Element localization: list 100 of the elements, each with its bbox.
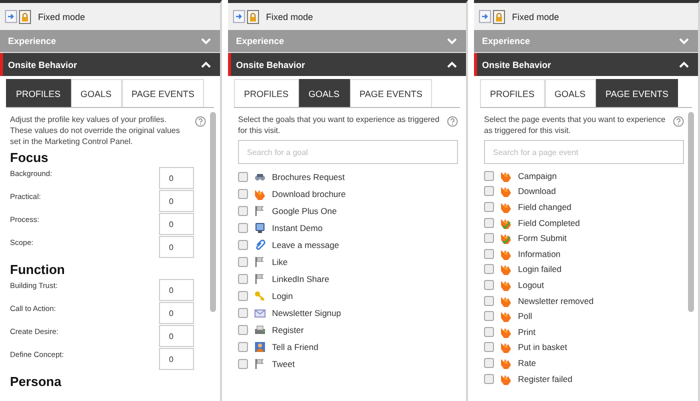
list-item-label[interactable]: Campaign <box>518 170 557 181</box>
flame-check-icon <box>500 216 512 229</box>
tab[interactable]: PAGE EVENTS <box>350 79 432 107</box>
checkbox[interactable] <box>484 326 494 337</box>
lock-icon[interactable] <box>493 10 505 24</box>
checkbox[interactable] <box>484 280 494 290</box>
group-heading: Focus <box>10 150 50 165</box>
flag-icon <box>254 358 266 370</box>
help-icon[interactable] <box>195 116 206 127</box>
list-item-label[interactable]: Form Submit <box>518 233 567 244</box>
value-field[interactable]: 0 <box>159 279 194 301</box>
list-item-label[interactable]: Instant Demo <box>272 222 323 232</box>
checkbox[interactable] <box>484 296 494 306</box>
help-icon[interactable] <box>673 116 684 127</box>
list-item-label[interactable]: Newsletter removed <box>518 296 594 306</box>
list-item-label[interactable]: Newsletter Signup <box>272 308 341 318</box>
list-item-label[interactable]: Brochures Request <box>272 172 345 182</box>
scrollbar-drawing[interactable] <box>688 112 694 312</box>
tab[interactable]: PAGE EVENTS <box>122 79 204 107</box>
checkbox[interactable] <box>484 264 494 274</box>
checkbox[interactable] <box>484 311 494 322</box>
list-item-label[interactable]: Logout <box>518 280 544 290</box>
checkbox[interactable] <box>238 358 248 368</box>
list-item-label[interactable]: Field Completed <box>518 218 580 228</box>
list-item-label[interactable]: Rate <box>518 358 536 368</box>
list-item-label[interactable]: LinkedIn Share <box>272 274 330 284</box>
checkbox[interactable] <box>238 240 248 250</box>
tab[interactable]: GOALS <box>544 79 596 107</box>
accordion-header[interactable]: Onsite Behavior <box>0 53 220 76</box>
value-field[interactable]: 0 <box>159 190 194 212</box>
value-field[interactable]: 0 <box>159 302 194 324</box>
monitor-icon <box>254 222 266 234</box>
list-item-label[interactable]: Tweet <box>272 358 295 368</box>
lock-icon[interactable] <box>19 10 31 24</box>
key-icon <box>254 290 266 302</box>
checkbox[interactable] <box>484 342 494 352</box>
checkbox[interactable] <box>238 256 248 266</box>
list-item-label[interactable]: Register <box>272 324 304 334</box>
printer-icon <box>254 324 266 336</box>
checkbox[interactable] <box>484 248 494 259</box>
list-item-label[interactable]: Put in basket <box>518 342 568 352</box>
tab[interactable]: PROFILES <box>234 79 299 107</box>
list-item-label[interactable]: Register failed <box>518 374 572 384</box>
list-item-label[interactable]: Google Plus One <box>272 206 337 216</box>
list-item-label[interactable]: Print <box>518 326 536 337</box>
checkbox[interactable] <box>484 202 494 212</box>
list-item-label[interactable]: Download brochure <box>272 188 346 198</box>
checkbox[interactable] <box>238 188 248 198</box>
checkbox[interactable] <box>238 308 248 318</box>
tab[interactable]: PAGE EVENTS <box>596 79 678 107</box>
arrow-page-icon[interactable] <box>479 10 491 23</box>
accordion-header[interactable]: Onsite Behavior <box>228 53 466 76</box>
flag-icon <box>254 256 266 268</box>
search-field[interactable]: Search for a goal <box>238 140 458 164</box>
checkbox[interactable] <box>238 342 248 352</box>
checkbox[interactable] <box>238 172 248 182</box>
scrollbar-drawing[interactable] <box>210 112 216 312</box>
flame-icon <box>500 294 512 307</box>
list-item-label[interactable]: Field changed <box>518 202 572 212</box>
checkbox[interactable] <box>238 206 248 216</box>
tab[interactable]: PROFILES <box>6 79 71 107</box>
tab[interactable]: PROFILES <box>480 79 545 107</box>
checkbox[interactable] <box>484 186 494 196</box>
list-item-label[interactable]: Login <box>272 290 293 300</box>
list-item-label[interactable]: Like <box>272 256 288 266</box>
accordion-header[interactable]: Onsite Behavior <box>474 53 698 76</box>
checkbox[interactable] <box>238 290 248 300</box>
paperclip-icon <box>254 238 266 250</box>
list-item-label[interactable]: Poll <box>518 311 532 322</box>
chevron-down-icon <box>201 38 211 44</box>
arrow-page-icon[interactable] <box>5 10 17 23</box>
list-item-label[interactable]: Login failed <box>518 264 562 274</box>
list-item-label[interactable]: Leave a message <box>272 240 340 250</box>
help-icon[interactable] <box>447 116 458 127</box>
checkbox[interactable] <box>238 222 248 232</box>
checkbox[interactable] <box>484 170 494 181</box>
flame-icon <box>500 372 512 385</box>
value-field[interactable]: 0 <box>159 348 194 370</box>
checkbox[interactable] <box>484 233 494 244</box>
flag-icon <box>254 204 266 216</box>
arrow-page-icon[interactable] <box>233 10 245 23</box>
value-field[interactable]: 0 <box>159 236 194 258</box>
value-field[interactable]: 0 <box>159 325 194 347</box>
list-item-label[interactable]: Tell a Friend <box>272 342 318 352</box>
checkbox[interactable] <box>238 274 248 284</box>
person-icon <box>254 340 266 352</box>
value-field[interactable]: 0 <box>159 167 194 189</box>
checkbox[interactable] <box>484 218 494 228</box>
checkbox[interactable] <box>484 358 494 368</box>
list-item-label[interactable]: Download <box>518 186 556 196</box>
list-item-label[interactable]: Information <box>518 248 561 259</box>
checkbox[interactable] <box>238 324 248 334</box>
description: Select the page events that you want to experience as triggered for this visit. <box>484 114 666 136</box>
checkbox[interactable] <box>484 374 494 384</box>
value-field[interactable]: 0 <box>159 213 194 235</box>
tab[interactable]: GOALS <box>70 79 122 107</box>
tab[interactable]: GOALS <box>298 79 350 107</box>
lock-icon[interactable] <box>247 10 259 24</box>
flame-icon <box>500 310 512 322</box>
search-field[interactable]: Search for a page event <box>484 140 684 164</box>
